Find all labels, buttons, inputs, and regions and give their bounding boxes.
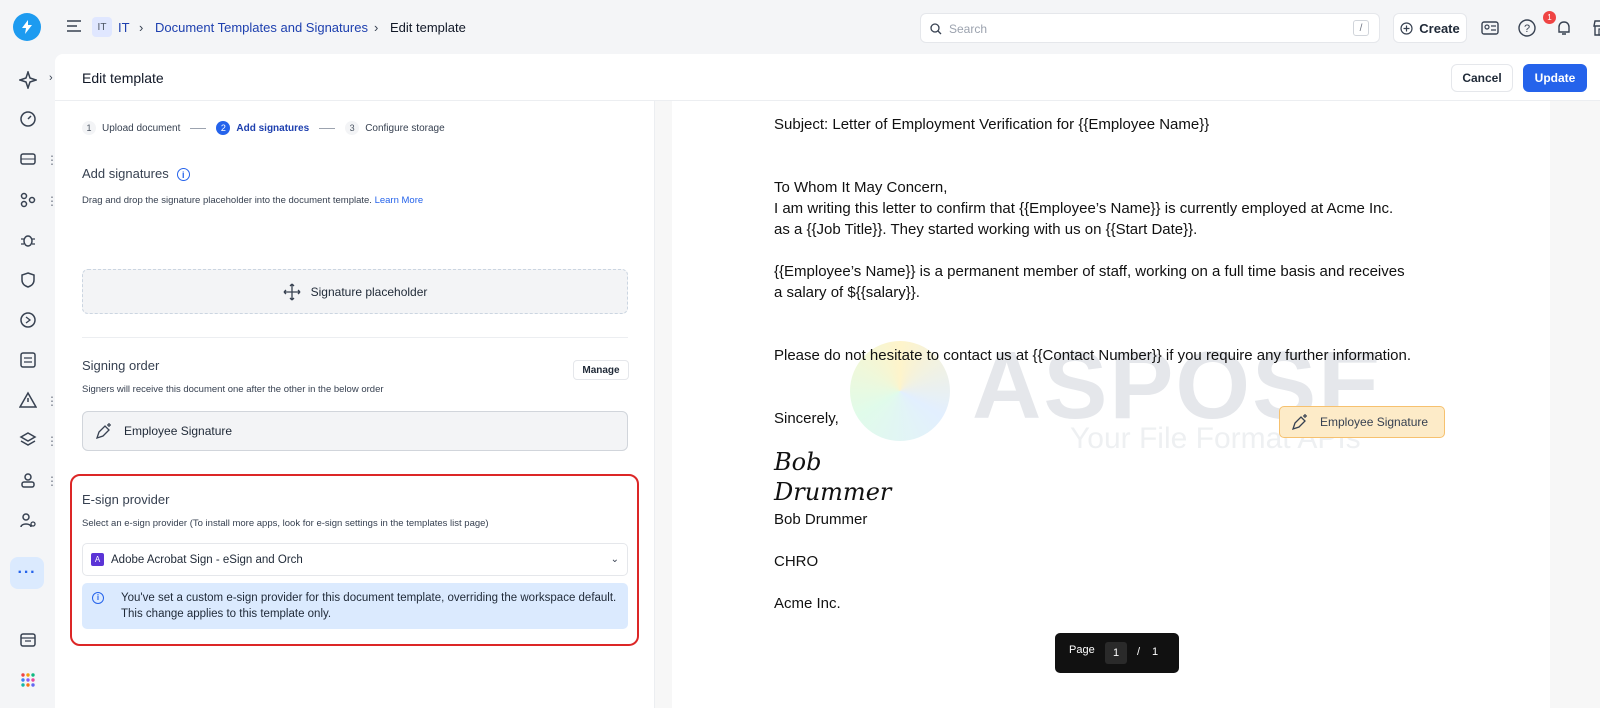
selected-provider: Adobe Acrobat Sign - eSign and Orch (111, 553, 303, 566)
page-total: 1 (1152, 646, 1159, 658)
esign-provider-select[interactable]: A Adobe Acrobat Sign - eSign and Orch ⌄ (82, 543, 628, 576)
edit-template-panel: › Edit template Cancel Update 1 Upload d… (49, 54, 1600, 708)
add-signatures-title: Add signatures (82, 166, 169, 181)
doc-signer-role: CHRO (774, 553, 819, 570)
help-icon[interactable]: ? (1517, 18, 1537, 38)
move-icon (283, 283, 301, 300)
pen-sparkle-icon (1291, 414, 1307, 431)
change-icon[interactable] (17, 309, 39, 331)
doc-line: Please do not hesitate to contact us at … (774, 347, 1412, 364)
signature-field-label: Employee Signature (1320, 415, 1429, 429)
doc-signer-name: Bob Drummer (774, 511, 868, 528)
apps-grid-icon[interactable] (17, 669, 39, 691)
chevron-right-icon[interactable]: › (49, 72, 53, 84)
create-button[interactable]: Create (1393, 13, 1467, 43)
agent-icon[interactable] (17, 469, 39, 491)
breadcrumb-current: Edit template (390, 20, 466, 35)
left-panel: 1 Upload document 2 Add signatures 3 Con… (55, 101, 667, 708)
handwritten-signature: Drummer (774, 478, 892, 506)
adobe-acrobat-icon: A (91, 553, 104, 566)
doc-subject: Subject: Letter of Employment Verificati… (774, 116, 1210, 133)
step-number[interactable]: 1 (82, 121, 96, 135)
notice-text: You've set a custom e-sign provider for … (121, 592, 617, 620)
checklist-icon[interactable] (17, 349, 39, 371)
more-apps-button[interactable]: ··· (10, 557, 44, 589)
handwritten-signature: Bob (774, 448, 822, 476)
step-number[interactable]: 2 (216, 121, 231, 135)
info-notice: i You've set a custom e-sign provider fo… (82, 583, 628, 629)
chevron-down-icon: ⌄ (610, 554, 619, 565)
doc-company: Acme Inc. (774, 595, 841, 612)
page-separator: / (1137, 646, 1141, 658)
svg-text:?: ? (1524, 23, 1530, 35)
doc-line: as a {{Job Title}}. They started working… (774, 221, 1198, 238)
workflow-icon[interactable] (17, 189, 39, 211)
breadcrumb-workspace[interactable]: IT (118, 20, 130, 35)
info-icon[interactable]: i (176, 168, 190, 182)
esign-provider-title: E-sign provider (82, 492, 170, 507)
step-configure-storage[interactable]: Configure storage (365, 123, 445, 134)
dashboard-icon[interactable] (17, 108, 39, 130)
search-shortcut: / (1353, 20, 1369, 36)
plus-circle-icon (1400, 21, 1413, 35)
hamburger-menu-icon[interactable] (66, 19, 82, 38)
bug-icon[interactable] (17, 229, 39, 251)
esign-provider-subtitle: Select an e-sign provider (To install mo… (82, 518, 489, 529)
app-logo[interactable] (13, 13, 41, 41)
warning-icon[interactable] (17, 389, 39, 411)
add-signatures-heading: Add signatures i (82, 166, 190, 182)
ticket-icon[interactable] (17, 148, 39, 170)
cancel-button[interactable]: Cancel (1451, 64, 1513, 92)
doc-line: a salary of ${{salary}}. (774, 284, 920, 301)
signer-item[interactable]: Employee Signature (82, 411, 628, 451)
shield-icon[interactable] (17, 269, 39, 291)
pen-sparkle-icon (95, 423, 111, 440)
search-input[interactable]: Search / (920, 13, 1380, 43)
doc-line: I am writing this letter to confirm that… (774, 200, 1394, 217)
document-page: ASPOSE Your File Format APIs Subject: Le… (672, 101, 1550, 708)
page-number-input[interactable]: 1 (1105, 642, 1127, 664)
doc-greeting: To Whom It May Concern, (774, 179, 948, 196)
page-label: Page (1069, 644, 1095, 656)
layers-icon[interactable] (17, 429, 39, 451)
catalog-icon[interactable] (17, 629, 39, 651)
manage-button[interactable]: Manage (573, 360, 629, 380)
sparkle-icon[interactable] (17, 69, 39, 91)
employee-signature-field[interactable]: Employee Signature (1279, 406, 1445, 438)
step-add-signatures[interactable]: Add signatures (236, 123, 309, 134)
signing-order-subtitle: Signers will receive this document one a… (82, 384, 384, 395)
doc-closing: Sincerely, (774, 410, 839, 427)
step-connector (319, 127, 336, 129)
chevron-right-icon: › (139, 20, 144, 35)
breadcrumb-templates[interactable]: Document Templates and Signatures (155, 20, 368, 35)
search-placeholder: Search (949, 22, 988, 36)
bell-icon[interactable] (1554, 18, 1574, 38)
chevron-right-icon: › (374, 20, 379, 35)
workspace-badge: IT (92, 17, 112, 37)
signer-label: Employee Signature (124, 424, 233, 438)
stepper: 1 Upload document 2 Add signatures 3 Con… (82, 121, 445, 135)
signature-placeholder-label: Signature placeholder (310, 284, 428, 299)
search-icon (930, 23, 942, 35)
section-divider (82, 337, 628, 338)
app-rail: ⋮ ⋮ ⋮ ⋮ ⋮ ··· (0, 0, 58, 708)
learn-more-link[interactable]: Learn More (375, 195, 424, 206)
user-settings-icon[interactable] (17, 509, 39, 531)
contact-card-icon[interactable] (1480, 18, 1500, 38)
page-navigator: Page 1 / 1 (1055, 633, 1179, 673)
info-icon: i (92, 592, 104, 604)
page-title: Edit template (82, 70, 164, 86)
create-label: Create (1419, 20, 1460, 36)
step-number[interactable]: 3 (345, 121, 360, 135)
add-signatures-subtitle: Drag and drop the signature placeholder … (82, 195, 423, 206)
top-bar: IT IT › Document Templates and Signature… (55, 0, 1600, 54)
store-icon[interactable] (1591, 18, 1600, 38)
doc-line: {{Employee’s Name}} is a permanent membe… (774, 263, 1405, 280)
signing-order-title: Signing order (82, 358, 160, 373)
step-upload-document[interactable]: Upload document (102, 123, 180, 134)
step-connector (190, 127, 207, 129)
add-signatures-description: Drag and drop the signature placeholder … (82, 195, 372, 206)
update-button[interactable]: Update (1523, 64, 1587, 92)
signature-placeholder[interactable]: Signature placeholder (82, 269, 628, 314)
